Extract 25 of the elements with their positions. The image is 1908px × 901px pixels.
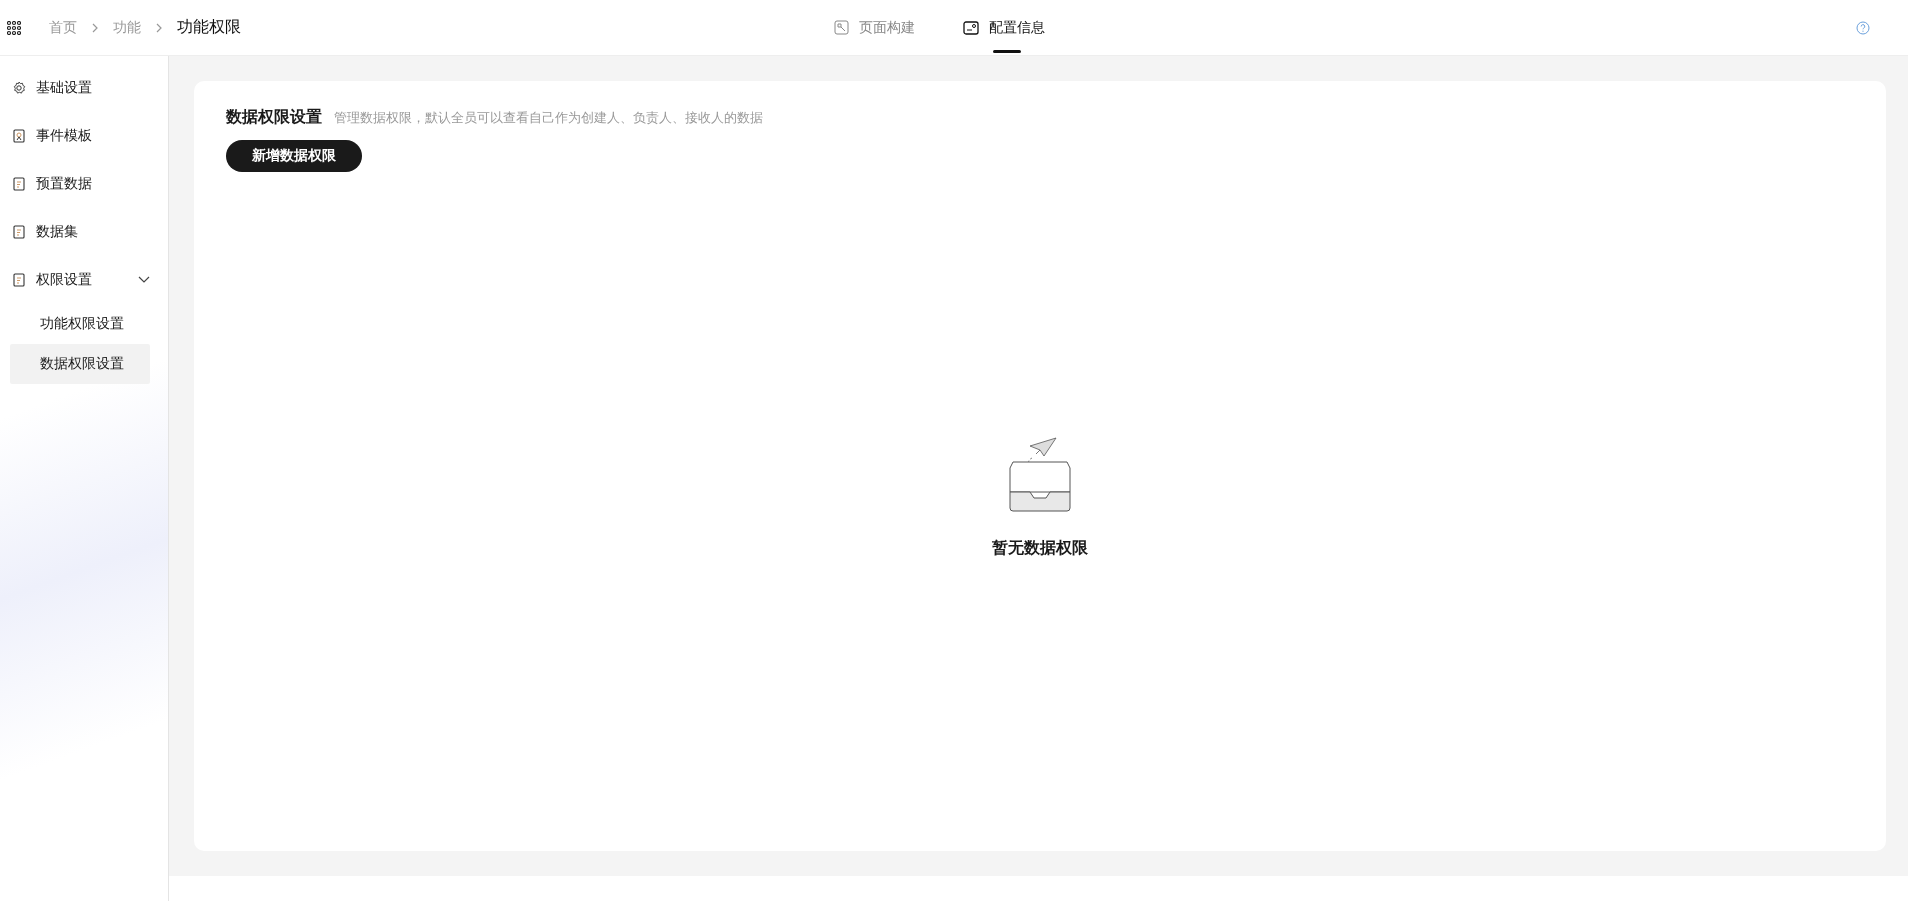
sidebar-item[interactable]: 事件模板: [0, 112, 168, 160]
chevron-right-icon: [155, 22, 163, 33]
section-description: 管理数据权限，默认全员可以查看自己作为创建人、负责人、接收人的数据: [334, 109, 763, 127]
settings-icon: [12, 81, 26, 95]
layout-icon: [834, 20, 849, 35]
sidebar-subitem[interactable]: 功能权限设置: [10, 304, 150, 344]
chevron-right-icon: [91, 22, 99, 33]
template-icon: [12, 129, 26, 143]
add-button[interactable]: 新增数据权限: [226, 140, 362, 172]
document-icon: [12, 273, 26, 287]
document-icon: [12, 177, 26, 191]
sidebar-item[interactable]: 数据集: [0, 208, 168, 256]
chevron-down-icon: [138, 276, 150, 284]
tab[interactable]: 页面构建: [834, 0, 915, 55]
breadcrumb-link[interactable]: 功能权限: [177, 17, 241, 38]
sidebar-item[interactable]: 基础设置: [0, 64, 168, 112]
empty-state-text: 暂无数据权限: [992, 538, 1088, 559]
tab[interactable]: 配置信息: [963, 0, 1045, 55]
document-icon: [12, 225, 26, 239]
sidebar-item[interactable]: 预置数据: [0, 160, 168, 208]
sidebar-subitem[interactable]: 数据权限设置: [10, 344, 150, 384]
sidebar-item[interactable]: 权限设置: [0, 256, 168, 304]
section-title: 数据权限设置: [226, 107, 322, 128]
app-grid-icon[interactable]: [7, 20, 21, 35]
card-icon: [963, 20, 979, 35]
